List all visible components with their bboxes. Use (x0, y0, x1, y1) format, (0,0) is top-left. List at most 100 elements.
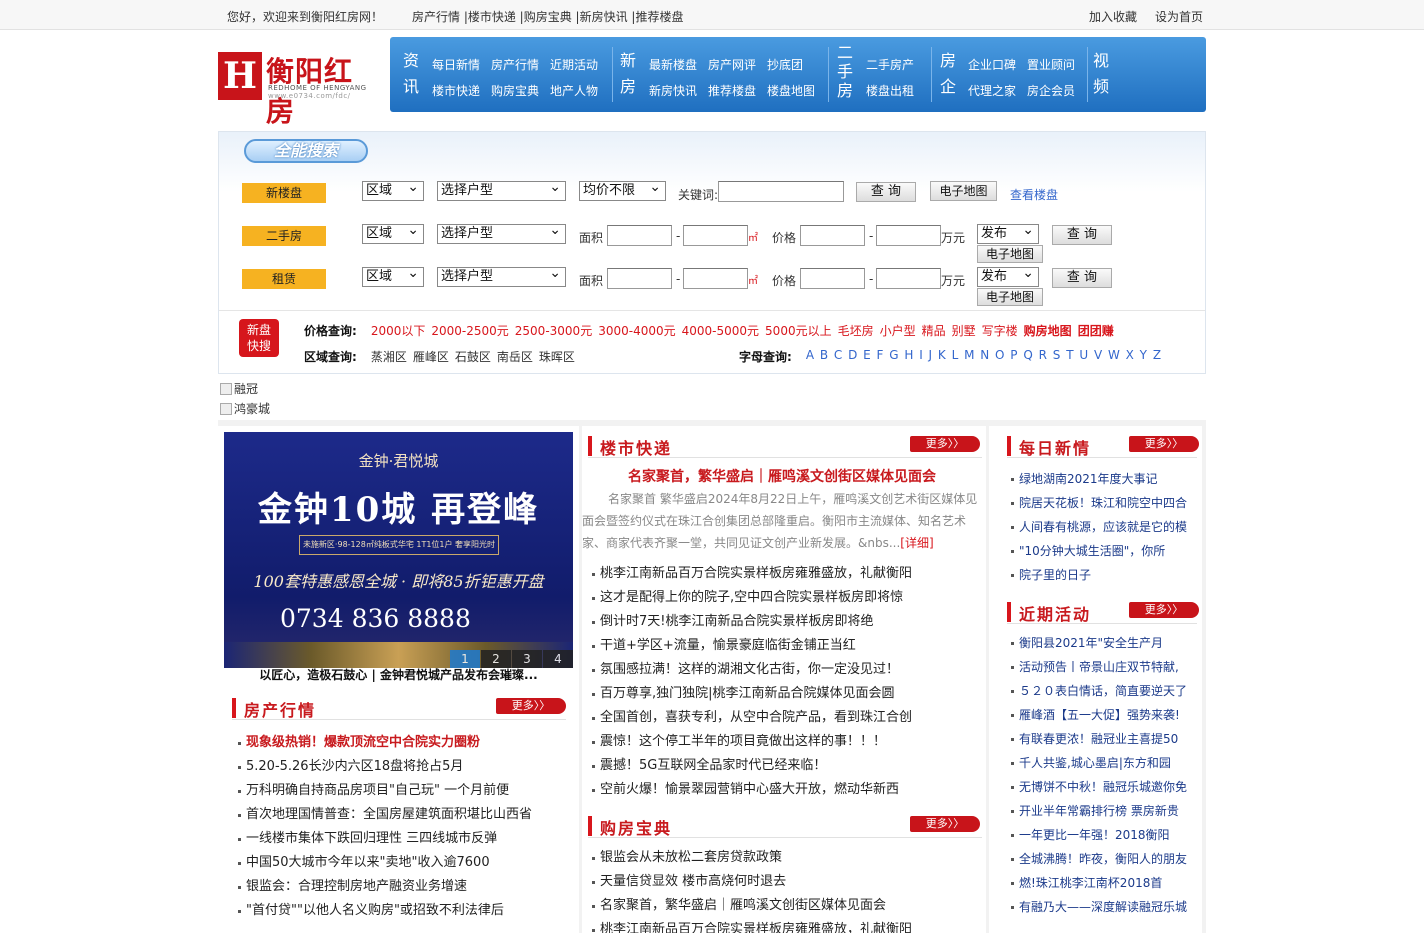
more-button[interactable]: 更多〉〉 (910, 436, 980, 452)
list-item[interactable]: 震撼！5G互联网全品家时代已经来临！ (590, 754, 980, 778)
nav-cat-news[interactable]: 资讯 (402, 51, 420, 97)
type-link[interactable]: 精品 (922, 322, 946, 339)
search-button[interactable]: 查 询 (1052, 225, 1112, 245)
type-link[interactable]: 写字楼 (982, 322, 1018, 339)
banner-slideshow[interactable]: 金钟·君悦城 金钟10城 再登峰 未施新区·98-128㎡纯板式华宅 1T1位1… (224, 432, 573, 668)
map-button[interactable]: 电子地图 (977, 288, 1043, 306)
list-item[interactable]: 院子里的日子 (1009, 563, 1197, 587)
top-link-newhouse[interactable]: 新房快讯 | (580, 8, 636, 25)
area-select[interactable]: 区域 (362, 221, 424, 244)
nav-cat-video[interactable]: 视频 (1092, 51, 1110, 97)
nav-bargain[interactable]: 抄底团 (767, 56, 803, 73)
banner-caption[interactable]: 以匠心，造极石鼓心 | 金钟君悦城产品发布会璀璨... (218, 666, 579, 683)
list-item[interactable]: 全城沸腾！昨夜，衡阳人的朋友 (1009, 847, 1197, 871)
nav-member[interactable]: 房企会员 (1027, 82, 1075, 99)
letter-links[interactable]: A B C D E F G H I J K L M N O P Q R S T … (806, 348, 1162, 365)
detail-link[interactable]: [详细] (900, 536, 933, 550)
list-item[interactable]: 这才是配得上你的院子,空中四合院实景样板房即将惊 (590, 586, 980, 610)
nav-review[interactable]: 房产网评 (708, 56, 756, 73)
nav-cat-secondhand[interactable]: 二手房 (836, 43, 854, 100)
map-button[interactable]: 电子地图 (930, 181, 997, 201)
site-logo[interactable]: H 衡阳红房 REDHOME OF HENGYANG www.e0734.com… (218, 50, 378, 128)
ad-image-honghao[interactable]: 鸿豪城 (220, 400, 270, 417)
price-link[interactable]: 4000-5000元 (682, 322, 759, 339)
list-item[interactable]: 一年更比一年强！2018衡阳 (1009, 823, 1197, 847)
list-item[interactable]: 干道+学区+流量，愉景豪庭临街金铺正当红 (590, 634, 980, 658)
nav-market[interactable]: 房产行情 (491, 56, 539, 73)
nav-cat-company[interactable]: 房企 (939, 51, 957, 97)
price-min-input[interactable] (800, 225, 865, 246)
nav-people[interactable]: 地产人物 (550, 82, 598, 99)
region-link[interactable]: 珠晖区 (539, 348, 575, 365)
top-link-market[interactable]: 房产行情 | (412, 8, 468, 25)
area-max-input[interactable] (683, 225, 748, 246)
list-item[interactable]: 空前火爆！愉景翠园营销中心盛大开放，燃动华新西 (590, 778, 980, 802)
list-item[interactable]: "首付贷""以他人名义购房"或招致不利法律后 (236, 899, 566, 923)
more-button[interactable]: 更多〉〉 (1129, 436, 1199, 452)
more-button[interactable]: 更多〉〉 (910, 816, 980, 832)
nav-newhouse-news[interactable]: 新房快讯 (649, 82, 697, 99)
more-button[interactable]: 更多〉〉 (1129, 602, 1199, 618)
group-earn-link[interactable]: 团团赚 (1078, 322, 1114, 339)
ad-image-rongguan[interactable]: 融冠 (220, 380, 258, 397)
price-link[interactable]: 2000以下 (371, 322, 426, 339)
list-item[interactable]: "10分钟大城生活圈"，你所 (1009, 539, 1197, 563)
list-item[interactable]: 银监会：合理控制房地产融资业务增速 (236, 875, 566, 899)
search-button[interactable]: 查 询 (856, 182, 916, 202)
list-item[interactable]: 桃李江南新品百万合院实景样板房雍雅盛放，礼献衡阳 (590, 562, 980, 586)
area-select[interactable]: 区域 (362, 264, 424, 287)
price-select[interactable]: 均价不限 (579, 178, 666, 201)
map-button[interactable]: 电子地图 (977, 245, 1043, 263)
area-min-input[interactable] (607, 268, 672, 289)
type-link[interactable]: 毛坯房 (838, 322, 874, 339)
nav-rent[interactable]: 楼盘出租 (866, 82, 914, 99)
region-link[interactable]: 蒸湘区 (371, 348, 407, 365)
list-item[interactable]: 桃李江南新品百万合院实景样板房雍雅盛放，礼献衡阳 (590, 918, 980, 933)
publish-select[interactable]: 发布 (977, 221, 1039, 244)
type-select[interactable]: 选择户型 (437, 178, 566, 201)
list-item[interactable]: 首次地理国情普查：全国房屋建筑面积堪比山西省 (236, 803, 566, 827)
set-homepage-link[interactable]: 设为首页 (1155, 8, 1203, 25)
nav-consultant[interactable]: 置业顾问 (1027, 56, 1075, 73)
headline-link[interactable]: 名家聚首，繁华盛启｜雁鸣溪文创街区媒体见面会 (628, 466, 936, 486)
list-item[interactable]: 燃!珠江桃李江南杯2018首 (1009, 871, 1197, 895)
list-item[interactable]: 名家聚首，繁华盛启｜雁鸣溪文创街区媒体见面会 (590, 894, 980, 918)
view-estates-link[interactable]: 查看楼盘 (1010, 186, 1058, 203)
price-max-input[interactable] (876, 268, 941, 289)
area-select[interactable]: 区域 (362, 178, 424, 201)
keyword-input[interactable] (718, 181, 844, 202)
price-link[interactable]: 2000-2500元 (431, 322, 508, 339)
nav-guide[interactable]: 购房宝典 (491, 82, 539, 99)
region-link[interactable]: 雁峰区 (413, 348, 449, 365)
house-map-link[interactable]: 购房地图 (1024, 322, 1072, 339)
nav-reputation[interactable]: 企业口碑 (968, 56, 1016, 73)
list-item[interactable]: 现象级热销！爆款顶流空中合院实力圈粉 (236, 731, 566, 755)
list-item[interactable]: 千人共鉴,城心墨启|东方和园 (1009, 751, 1197, 775)
nav-secondhand[interactable]: 二手房产 (866, 56, 914, 73)
list-item[interactable]: 中国50大城市今年以来"卖地"收入逾7600 (236, 851, 566, 875)
nav-recommend[interactable]: 推荐楼盘 (708, 82, 756, 99)
list-item[interactable]: 全国首创，喜获专利，从空中合院产品，看到珠江合创 (590, 706, 980, 730)
price-link[interactable]: 2500-3000元 (515, 322, 592, 339)
top-link-express[interactable]: 楼市快递 | (468, 8, 524, 25)
list-item[interactable]: ５２０表白情话，简直要逆天了 (1009, 679, 1197, 703)
list-item[interactable]: 百万尊享,独门独院|桃李江南新品合院媒体见面会圆 (590, 682, 980, 706)
price-link[interactable]: 5000元以上 (765, 322, 832, 339)
nav-events[interactable]: 近期活动 (550, 56, 598, 73)
price-link[interactable]: 3000-4000元 (598, 322, 675, 339)
list-item[interactable]: 人间春有桃源，应该就是它的模 (1009, 515, 1197, 539)
list-item[interactable]: 活动预告丨帝景山庄双节特献, (1009, 655, 1197, 679)
search-button[interactable]: 查 询 (1052, 268, 1112, 288)
type-select[interactable]: 选择户型 (437, 221, 566, 244)
list-item[interactable]: 银监会从未放松二套房贷款政策 (590, 846, 980, 870)
list-item[interactable]: 院居天花板！珠江和院空中四合 (1009, 491, 1197, 515)
list-item[interactable]: 有联春更浓！融冠业主喜提50 (1009, 727, 1197, 751)
type-select[interactable]: 选择户型 (437, 264, 566, 287)
area-max-input[interactable] (683, 268, 748, 289)
list-item[interactable]: 天量信贷显效 楼市高烧何时退去 (590, 870, 980, 894)
list-item[interactable]: 5.20-5.26长沙内六区18盘将抢占5月 (236, 755, 566, 779)
top-link-recommend[interactable]: 推荐楼盘 (635, 8, 683, 25)
list-item[interactable]: 震惊！这个停工半年的项目竟做出这样的事！！！ (590, 730, 980, 754)
area-min-input[interactable] (607, 225, 672, 246)
list-item[interactable]: 开业半年常霸排行榜 票房新贵 (1009, 799, 1197, 823)
